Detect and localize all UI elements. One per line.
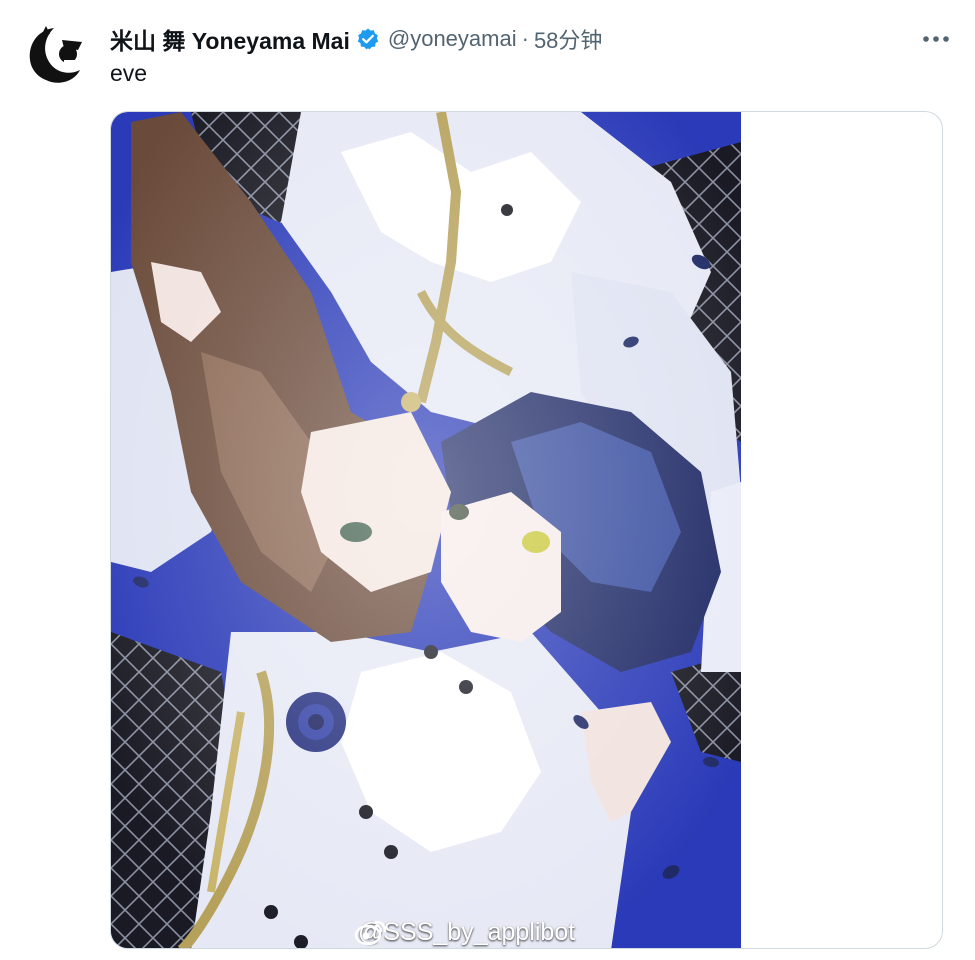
verified-badge-icon — [356, 27, 380, 51]
weibo-watermark: @SSS_by_applibot — [354, 918, 575, 947]
tweet-timestamp[interactable]: 58分钟 — [534, 23, 602, 55]
more-options-button[interactable] — [913, 22, 959, 56]
separator-dot: · — [521, 26, 529, 51]
tweet-header: 米山 舞 Yoneyama Mai @yoneyamai · 58分钟 — [110, 23, 602, 55]
tweet-media[interactable]: @SSS_by_applibot — [110, 111, 943, 949]
illustration-image — [111, 112, 741, 948]
display-name[interactable]: 米山 舞 Yoneyama Mai — [110, 22, 350, 56]
avatar-image — [22, 20, 92, 90]
tweet-text: eve — [110, 60, 148, 86]
more-horizontal-icon — [923, 36, 949, 42]
author-avatar[interactable] — [22, 20, 92, 90]
user-handle[interactable]: @yoneyamai — [388, 26, 517, 52]
watermark-text: @SSS_by_applibot — [358, 918, 576, 946]
tweet: 米山 舞 Yoneyama Mai @yoneyamai · 58分钟 eve — [0, 0, 975, 960]
